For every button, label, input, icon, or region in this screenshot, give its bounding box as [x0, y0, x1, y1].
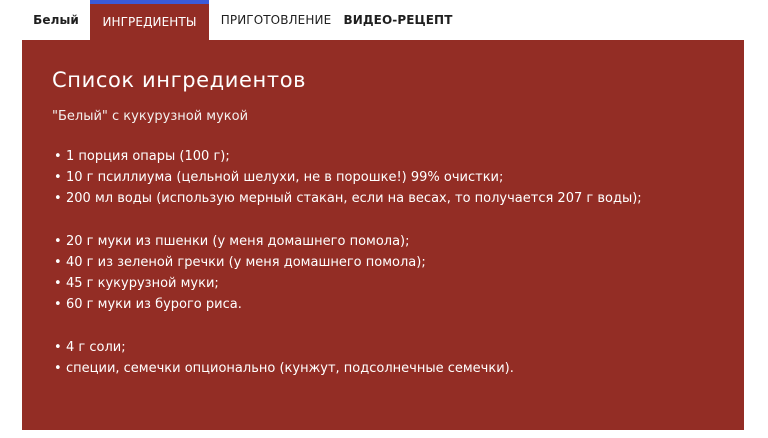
ingredient-text: 10 г псиллиума (цельной шелухи, не в пор… — [66, 170, 504, 185]
tab-video-recipe[interactable]: ВИДЕО-РЕЦЕПТ — [343, 0, 453, 40]
list-item: • 60 г муки из бурого риса. — [52, 294, 714, 315]
tab-belyi[interactable]: Белый — [22, 0, 90, 40]
list-item: • 40 г из зеленой гречки (у меня домашнег… — [52, 252, 714, 273]
bullet-icon: • — [54, 191, 62, 206]
bullet-icon: • — [54, 340, 62, 355]
list-item: • 4 г соли; — [52, 337, 714, 358]
ingredient-text: 1 порция опары (100 г); — [66, 149, 230, 164]
ingredients-panel: Список ингредиентов "Белый" с кукурузной… — [22, 40, 744, 430]
bullet-icon: • — [54, 276, 62, 291]
ingredient-text: 20 г муки из пшенки (у меня домашнего по… — [66, 234, 410, 249]
tab-ingredients[interactable]: ИНГРЕДИЕНТЫ — [90, 0, 209, 40]
ingredient-text: 60 г муки из бурого риса. — [66, 297, 242, 312]
ingredient-text: 4 г соли; — [66, 340, 126, 355]
ingredient-text: 200 мл воды (использую мерный стакан, ес… — [66, 191, 642, 206]
ingredient-group-3: • 4 г соли; • специи, семечки опционально … — [52, 337, 714, 379]
recipe-variant-subtitle: "Белый" с кукурузной мукой — [52, 109, 249, 124]
ingredient-text: специи, семечки опционально (кунжут, под… — [66, 361, 514, 376]
ingredient-text: 45 г кукурузной муки; — [66, 276, 219, 291]
ingredient-group-2: • 20 г муки из пшенки (у меня домашнего п… — [52, 231, 714, 315]
list-item: • 45 г кукурузной муки; — [52, 273, 714, 294]
bullet-icon: • — [54, 234, 62, 249]
bullet-icon: • — [54, 149, 62, 164]
list-item: • специи, семечки опционально (кунжут, по… — [52, 358, 714, 379]
ingredient-group-1: • 1 порция опары (100 г); • 10 г псиллиума… — [52, 146, 714, 209]
ingredients-title: Список ингредиентов — [52, 68, 307, 92]
list-item: • 20 г муки из пшенки (у меня домашнего п… — [52, 231, 714, 252]
list-item: • 10 г псиллиума (цельной шелухи, не в по… — [52, 167, 714, 188]
recipe-tabs: Белый ИНГРЕДИЕНТЫ ПРИГОТОВЛЕНИЕ ВИДЕО-РЕ… — [22, 0, 453, 40]
bullet-icon: • — [54, 297, 62, 312]
bullet-icon: • — [54, 361, 62, 376]
recipe-page: Белый ИНГРЕДИЕНТЫ ПРИГОТОВЛЕНИЕ ВИДЕО-РЕ… — [0, 0, 768, 438]
tab-preparation[interactable]: ПРИГОТОВЛЕНИЕ — [209, 0, 343, 40]
ingredient-text: 40 г из зеленой гречки (у меня домашнего… — [66, 255, 426, 270]
list-item: • 1 порция опары (100 г); — [52, 146, 714, 167]
list-item: • 200 мл воды (использую мерный стакан, е… — [52, 188, 714, 209]
bullet-icon: • — [54, 255, 62, 270]
bullet-icon: • — [54, 170, 62, 185]
